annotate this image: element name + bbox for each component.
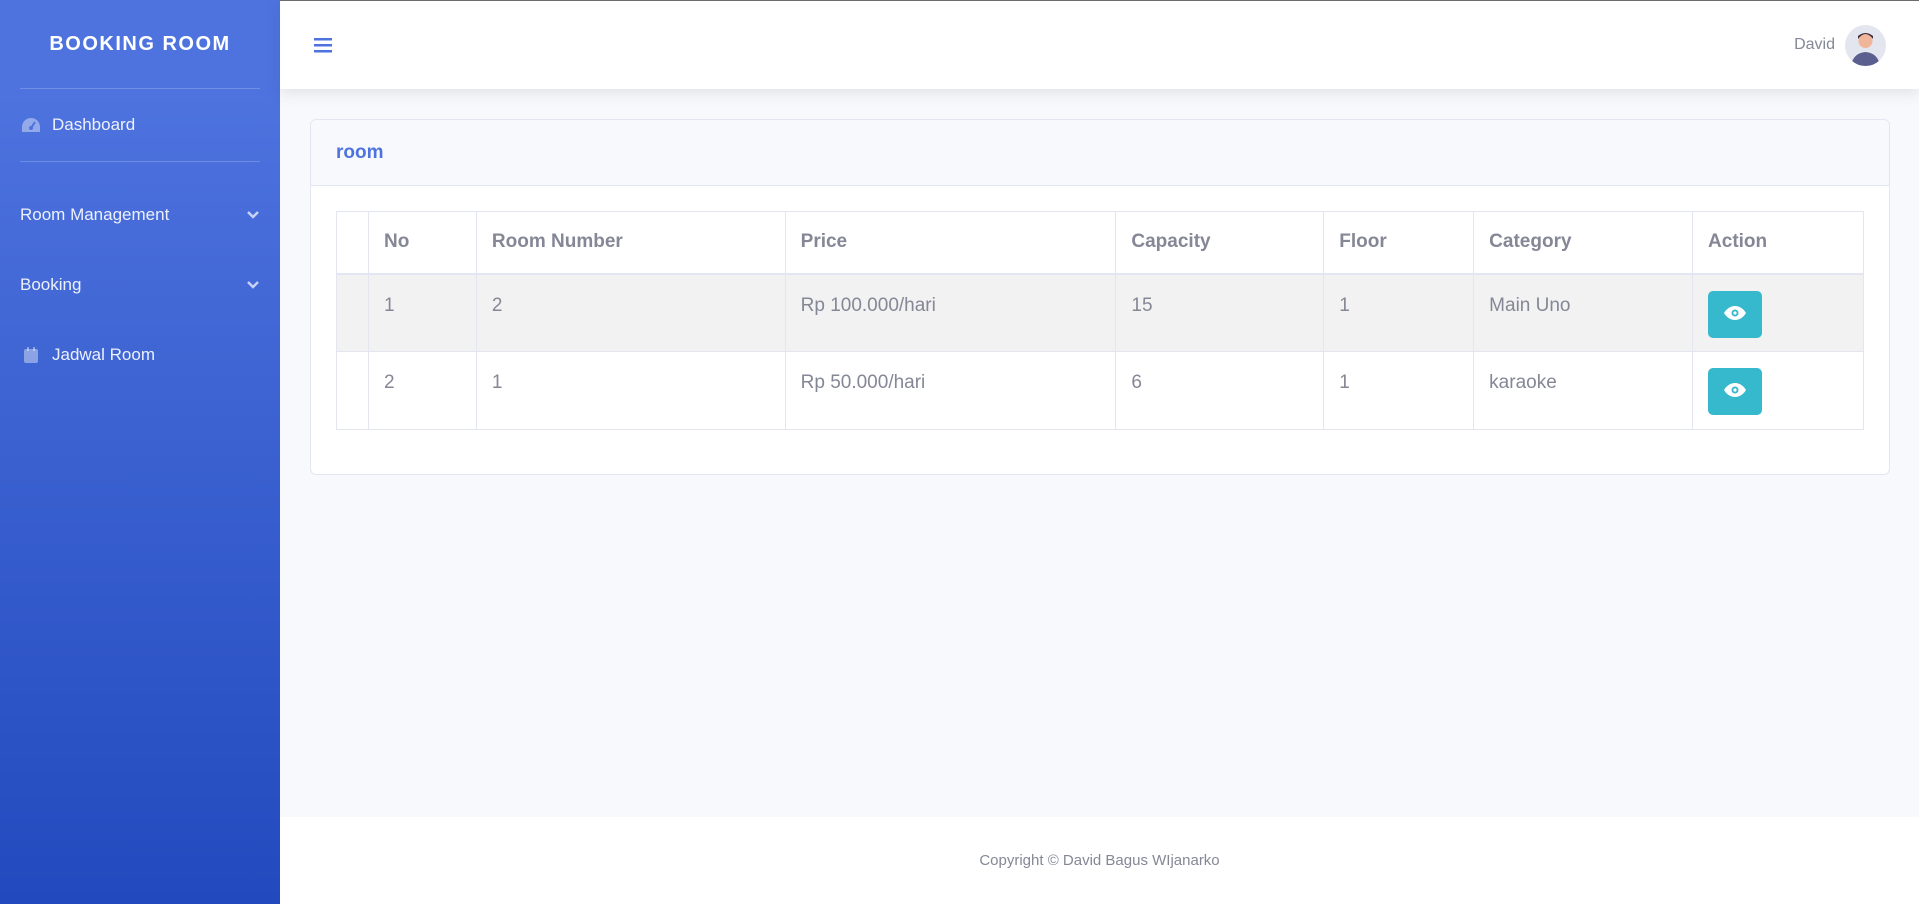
sidebar-item-room-management[interactable]: Room Management (0, 180, 280, 250)
footer: Copyright © David Bagus WIjanarko (280, 817, 1919, 904)
sidebar-divider (20, 161, 260, 162)
table-row: 2 1 Rp 50.000/hari 6 1 karaoke (336, 351, 1864, 430)
user-menu[interactable]: David (1794, 24, 1886, 66)
sidebar: BOOKING ROOM Dashboard Room Management B… (0, 0, 280, 904)
table-header-cell[interactable]: Action (1692, 211, 1864, 275)
menu-toggle-icon[interactable] (314, 33, 338, 57)
table-cell: 1 (475, 351, 786, 430)
tachometer-icon (20, 114, 42, 136)
sidebar-item-dashboard[interactable]: Dashboard (0, 89, 280, 161)
table-cell: 1 (1323, 351, 1475, 430)
table-cell: 1 (1323, 273, 1475, 352)
table-cell: Rp 100.000/hari (784, 273, 1117, 352)
room-table: No Room Number Price Capacity Floor Cate… (336, 211, 1864, 430)
table-cell (1692, 273, 1864, 352)
avatar (1845, 24, 1886, 66)
table-header-cell[interactable]: Price (784, 211, 1117, 275)
table-header-cell[interactable]: Category (1473, 211, 1694, 275)
table-cell: karaoke (1473, 351, 1694, 430)
table-cell (1692, 351, 1864, 430)
table-header-cell[interactable] (336, 211, 369, 275)
table-cell: 6 (1115, 351, 1325, 430)
table-header-cell[interactable]: Capacity (1115, 211, 1325, 275)
sidebar-item-booking[interactable]: Booking (0, 250, 280, 320)
table-cell (336, 351, 369, 430)
card-title: room (311, 120, 1889, 186)
eye-icon (1724, 383, 1747, 400)
calendar-icon (20, 344, 42, 366)
table-cell: 2 (367, 351, 477, 430)
sidebar-item-label: Dashboard (52, 115, 136, 134)
table-cell: 2 (475, 273, 786, 352)
sidebar-item-label: Booking (20, 275, 82, 294)
sidebar-item-jadwal-room[interactable]: Jadwal Room (0, 320, 280, 390)
brand-title[interactable]: BOOKING ROOM (0, 0, 280, 88)
chevron-down-icon (246, 280, 260, 290)
table-row: 1 2 Rp 100.000/hari 15 1 Main Uno (336, 273, 1864, 352)
user-name: David (1794, 36, 1835, 53)
table-header-cell[interactable]: Room Number (475, 211, 786, 275)
topbar: David (280, 0, 1919, 89)
chevron-down-icon (246, 210, 260, 220)
view-button[interactable] (1708, 368, 1763, 415)
table-header-cell[interactable]: No (367, 211, 477, 275)
eye-icon (1724, 305, 1747, 323)
table-cell: 1 (367, 273, 477, 352)
table-cell (336, 273, 369, 352)
room-card: room No Room Number Price Capacity Floor… (310, 119, 1890, 475)
table-header-row: No Room Number Price Capacity Floor Cate… (336, 211, 1864, 275)
sidebar-item-label: Room Management (20, 205, 170, 224)
view-button[interactable] (1708, 290, 1763, 338)
table-cell: Rp 50.000/hari (784, 351, 1117, 430)
sidebar-item-label: Jadwal Room (52, 345, 155, 364)
copyright-text: Copyright © David Bagus WIjanarko (979, 852, 1220, 869)
table-header-cell[interactable]: Floor (1323, 211, 1475, 275)
table-cell: 15 (1115, 273, 1325, 352)
table-cell: Main Uno (1473, 273, 1694, 352)
